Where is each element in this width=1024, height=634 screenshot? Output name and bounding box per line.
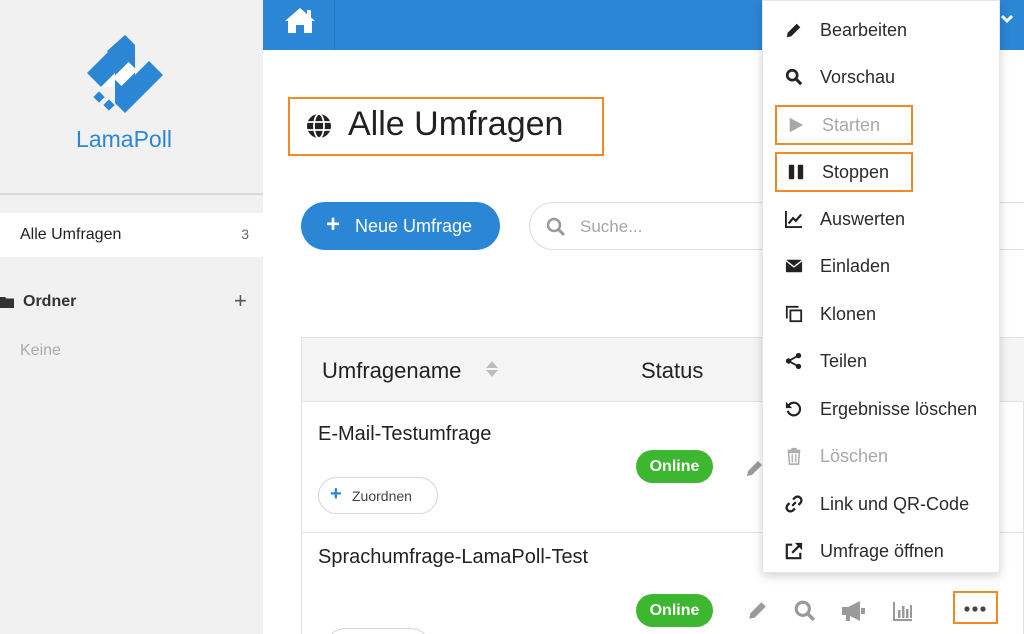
menu-item-label: Einladen — [820, 256, 891, 276]
sort-icon[interactable] — [485, 360, 499, 378]
plus-icon: + — [330, 483, 342, 505]
menu-item-share[interactable]: Teilen — [763, 341, 1001, 381]
menu-item-start[interactable]: Starten — [775, 105, 913, 145]
menu-item-label: Umfrage öffnen — [820, 541, 944, 561]
search-input[interactable] — [580, 215, 780, 239]
pencil-icon — [786, 23, 801, 38]
assign-folder-button[interactable]: + Zuordnen — [318, 477, 438, 514]
folders-label: Ordner — [23, 293, 77, 310]
menu-item-label: Teilen — [820, 351, 868, 371]
search-icon — [546, 217, 566, 237]
menu-item-analyze[interactable]: Auswerten — [763, 199, 1001, 239]
menu-item-label: Vorschau — [820, 67, 896, 87]
menu-item-label: Ergebnisse löschen — [820, 399, 978, 419]
menu-item-label: Stoppen — [822, 162, 890, 182]
sidebar-item-all-surveys[interactable]: Alle Umfragen 3 — [0, 213, 263, 257]
menu-item-open-survey[interactable]: Umfrage öffnen — [763, 531, 1001, 571]
page-title-box: Alle Umfragen — [288, 97, 604, 156]
menu-item-label: Klonen — [820, 304, 877, 324]
home-icon — [285, 8, 315, 33]
more-actions-button[interactable] — [953, 591, 998, 624]
menu-item-label: Auswerten — [820, 209, 906, 229]
chevron-down-icon[interactable] — [1000, 12, 1014, 26]
sidebar-item-count: 3 — [241, 226, 249, 242]
menu-item-clone[interactable]: Klonen — [763, 294, 1001, 334]
column-header-name[interactable]: Umfragename — [322, 358, 461, 384]
menu-item-invite[interactable]: Einladen — [763, 246, 1001, 286]
folder-icon — [0, 297, 14, 308]
home-button[interactable] — [263, 0, 335, 50]
search-icon — [785, 68, 803, 86]
new-survey-button[interactable]: + Neue Umfrage — [301, 202, 500, 250]
share-icon — [785, 352, 802, 370]
survey-name[interactable]: E-Mail-Testumfrage — [318, 423, 491, 446]
menu-item-label: Löschen — [820, 446, 889, 466]
menu-item-edit[interactable]: Bearbeiten — [763, 10, 1001, 50]
trash-icon — [787, 447, 801, 465]
add-folder-button[interactable]: + — [234, 288, 247, 314]
plus-icon: + — [326, 211, 341, 238]
globe-icon — [307, 113, 331, 139]
menu-item-stop[interactable]: Stoppen — [775, 152, 913, 192]
chart-icon — [785, 210, 803, 228]
logo-area: LamaPoll — [0, 0, 263, 195]
folders-empty-label: Keine — [20, 342, 61, 359]
menu-item-link-qr[interactable]: Link und QR-Code — [763, 484, 1001, 524]
folders-header: Ordner + — [0, 288, 263, 316]
assign-label: Zuordnen — [352, 488, 412, 504]
sidebar-item-label: Alle Umfragen — [20, 226, 122, 243]
pause-icon — [788, 164, 804, 180]
envelope-icon — [785, 259, 803, 273]
status-badge: Online — [636, 594, 713, 627]
menu-item-delete[interactable]: Löschen — [763, 436, 1001, 476]
megaphone-icon[interactable] — [840, 599, 866, 623]
play-icon — [789, 117, 804, 133]
pencil-icon[interactable] — [744, 459, 764, 479]
ellipsis-icon — [964, 606, 986, 612]
pencil-icon[interactable] — [746, 600, 768, 622]
menu-item-label: Link und QR-Code — [820, 494, 970, 514]
lamapoll-logo-icon — [87, 35, 163, 113]
column-header-status: Status — [641, 358, 704, 383]
bar-chart-icon[interactable] — [892, 600, 914, 622]
new-survey-label: Neue Umfrage — [355, 216, 473, 236]
clone-icon — [785, 305, 803, 323]
assign-folder-button[interactable] — [326, 628, 430, 634]
menu-item-delete-results[interactable]: Ergebnisse löschen — [763, 389, 1001, 429]
survey-actions-menu: Bearbeiten Vorschau Starten Stoppen Ausw… — [762, 0, 1000, 573]
survey-name[interactable]: Sprachumfrage-LamaPoll-Test — [318, 546, 588, 569]
menu-item-preview[interactable]: Vorschau — [763, 57, 1001, 97]
undo-icon — [785, 401, 802, 417]
status-badge: Online — [636, 450, 713, 483]
external-link-icon — [785, 542, 803, 560]
page-title: Alle Umfragen — [348, 105, 564, 143]
menu-item-label: Bearbeiten — [820, 20, 908, 40]
search-icon[interactable] — [794, 600, 816, 622]
logo-text: LamaPoll — [76, 126, 172, 152]
sidebar: LamaPoll Alle Umfragen 3 Ordner + Keine — [0, 0, 263, 634]
menu-item-label: Starten — [822, 115, 881, 135]
link-icon — [785, 495, 803, 513]
